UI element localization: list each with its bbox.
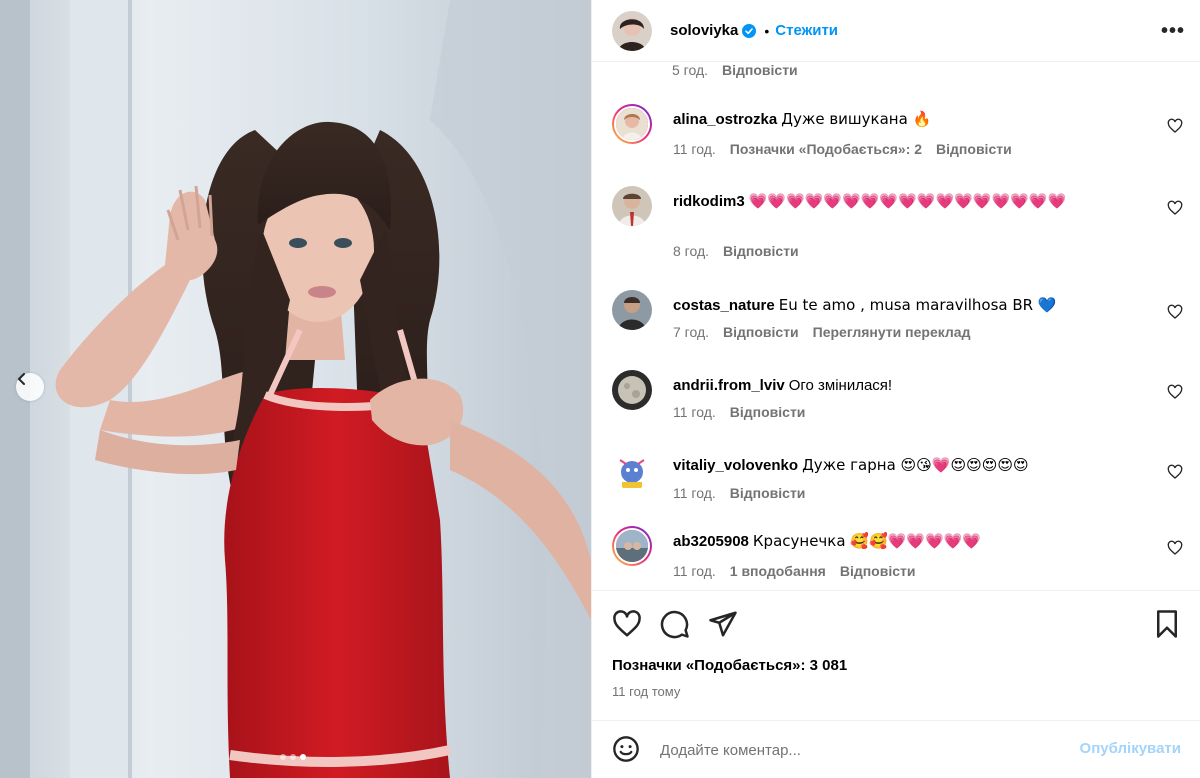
likes-count[interactable]: Позначки «Подобається»: 3 081 xyxy=(612,657,847,674)
post-actions: Позначки «Подобається»: 3 081 11 год том… xyxy=(592,590,1200,720)
carousel-dot xyxy=(290,754,296,760)
reply-link[interactable]: Відповісти xyxy=(722,62,798,78)
comment-text: vitaliy_volovenko Дуже гарна 😍😘💗😍😍😍😍😍 xyxy=(673,454,1143,477)
comment-text: ab3205908 Красунечка 🥰🥰💗💗💗💗💗 xyxy=(673,530,1143,553)
carousel-dot xyxy=(280,754,286,760)
commenter-avatar[interactable] xyxy=(612,290,652,330)
comment-time: 11 год. xyxy=(673,141,716,157)
emoji-smile-icon[interactable] xyxy=(612,735,640,763)
commenter-avatar[interactable] xyxy=(612,370,652,410)
more-options-icon[interactable]: ••• xyxy=(1161,20,1185,43)
avatar-image xyxy=(612,186,652,226)
comment-body: Дуже вишукана 🔥 xyxy=(781,110,932,128)
comment-text: costas_nature Eu te amo , musa maravilhos… xyxy=(673,294,1143,317)
comment-username[interactable]: andrii.from_lviv xyxy=(673,377,785,394)
like-comment-heart-icon[interactable] xyxy=(1167,200,1183,216)
reply-link[interactable]: Відповісти xyxy=(723,324,799,340)
like-comment-heart-icon[interactable] xyxy=(1167,118,1183,134)
follow-button[interactable]: Стежити xyxy=(775,22,838,39)
comment-time: 11 год. xyxy=(673,563,716,579)
avatar-image xyxy=(612,10,652,51)
commenter-avatar[interactable] xyxy=(612,450,652,490)
publish-button[interactable]: Опублікувати xyxy=(1080,740,1181,757)
comment-composer: Опублікувати xyxy=(592,720,1200,778)
comment-body: Дуже гарна 😍😘💗😍😍😍😍😍 xyxy=(802,456,1029,474)
comment-time: 11 год. xyxy=(673,404,716,420)
post-details-panel: soloviyka • Стежити ••• 5 год. Відповісти… xyxy=(591,0,1200,778)
carousel-dot-active xyxy=(300,754,306,760)
reply-link[interactable]: Відповісти xyxy=(840,563,916,579)
share-paper-plane-icon[interactable] xyxy=(708,609,738,639)
instagram-post-view: soloviyka • Стежити ••• 5 год. Відповісти… xyxy=(0,0,1200,778)
comment-body: Eu te amo , musa maravilhosa BR 💙 xyxy=(778,296,1057,314)
comment-username[interactable]: ab3205908 xyxy=(673,533,749,550)
comment-time: 11 год. xyxy=(673,485,716,501)
like-comment-heart-icon[interactable] xyxy=(1167,304,1183,320)
like-heart-icon[interactable] xyxy=(612,609,642,639)
comment-text: ridkodim3 💗💗💗💗💗💗💗💗💗💗💗💗💗💗💗💗💗 xyxy=(673,190,1143,213)
reply-link[interactable]: Відповісти xyxy=(936,141,1012,157)
comment-username[interactable]: costas_nature xyxy=(673,297,775,314)
commenter-avatar[interactable] xyxy=(612,526,652,566)
comment-meta: 8 год. Відповісти xyxy=(673,243,813,259)
comment-meta: 7 год. Відповісти Переглянути переклад xyxy=(673,324,984,340)
comment-likes-link[interactable]: Позначки «Подобається»: 2 xyxy=(730,141,922,157)
verified-badge-icon xyxy=(742,23,757,38)
reply-link[interactable]: Відповісти xyxy=(730,404,806,420)
partial-comment-meta: 5 год. Відповісти xyxy=(672,62,798,78)
avatar-image xyxy=(612,450,652,490)
comment-text: alina_ostrozka Дуже вишукана 🔥 xyxy=(673,108,1143,131)
author-username[interactable]: soloviyka xyxy=(670,22,738,39)
comment-body: Красунечка 🥰🥰💗💗💗💗💗 xyxy=(752,532,982,550)
comment-time: 5 год. xyxy=(672,62,709,78)
comment-meta: 11 год. Позначки «Подобається»: 2 Відпов… xyxy=(673,141,1026,157)
save-bookmark-icon[interactable] xyxy=(1152,609,1182,639)
see-translation-link[interactable]: Переглянути переклад xyxy=(813,324,971,340)
comment-username[interactable]: alina_ostrozka xyxy=(673,111,777,128)
post-photo[interactable] xyxy=(0,0,591,778)
header-separator: • xyxy=(764,22,770,39)
like-comment-heart-icon[interactable] xyxy=(1167,384,1183,400)
carousel-indicator xyxy=(280,754,306,760)
comments-list[interactable]: 5 год. Відповісти alina_ostrozka Дуже вишу… xyxy=(592,62,1200,590)
post-timestamp: 11 год тому xyxy=(612,684,681,699)
reply-link[interactable]: Відповісти xyxy=(723,243,799,259)
photo-illustration xyxy=(0,0,591,778)
avatar-image xyxy=(616,530,648,562)
commenter-avatar[interactable] xyxy=(612,104,652,144)
comment-input[interactable] xyxy=(660,737,1040,763)
comment-username[interactable]: vitaliy_volovenko xyxy=(673,457,798,474)
comment-bubble-icon[interactable] xyxy=(660,609,690,639)
comment-meta: 11 год. Відповісти xyxy=(673,404,819,420)
like-comment-heart-icon[interactable] xyxy=(1167,540,1183,556)
chevron-left-icon xyxy=(18,373,25,385)
comment-body: Ого змінилася! xyxy=(788,377,893,394)
reply-link[interactable]: Відповісти xyxy=(730,485,806,501)
post-header: soloviyka • Стежити ••• xyxy=(592,0,1200,62)
commenter-avatar[interactable] xyxy=(612,186,652,226)
avatar-image xyxy=(612,290,652,330)
avatar-image xyxy=(612,370,652,410)
comment-username[interactable]: ridkodim3 xyxy=(673,193,745,210)
comment-text: andrii.from_lviv Ого змінилася! xyxy=(673,374,1143,397)
avatar-image xyxy=(616,108,648,140)
carousel-prev-button[interactable] xyxy=(16,373,44,401)
author-avatar[interactable] xyxy=(612,10,652,51)
comment-likes-link[interactable]: 1 вподобання xyxy=(730,563,826,579)
comment-meta: 11 год. Відповісти xyxy=(673,485,819,501)
comment-meta: 11 год. 1 вподобання Відповісти xyxy=(673,563,929,579)
comment-body: 💗💗💗💗💗💗💗💗💗💗💗💗💗💗💗💗💗 xyxy=(748,192,1067,210)
comment-time: 8 год. xyxy=(673,243,710,259)
like-comment-heart-icon[interactable] xyxy=(1167,464,1183,480)
comment-time: 7 год. xyxy=(673,324,710,340)
